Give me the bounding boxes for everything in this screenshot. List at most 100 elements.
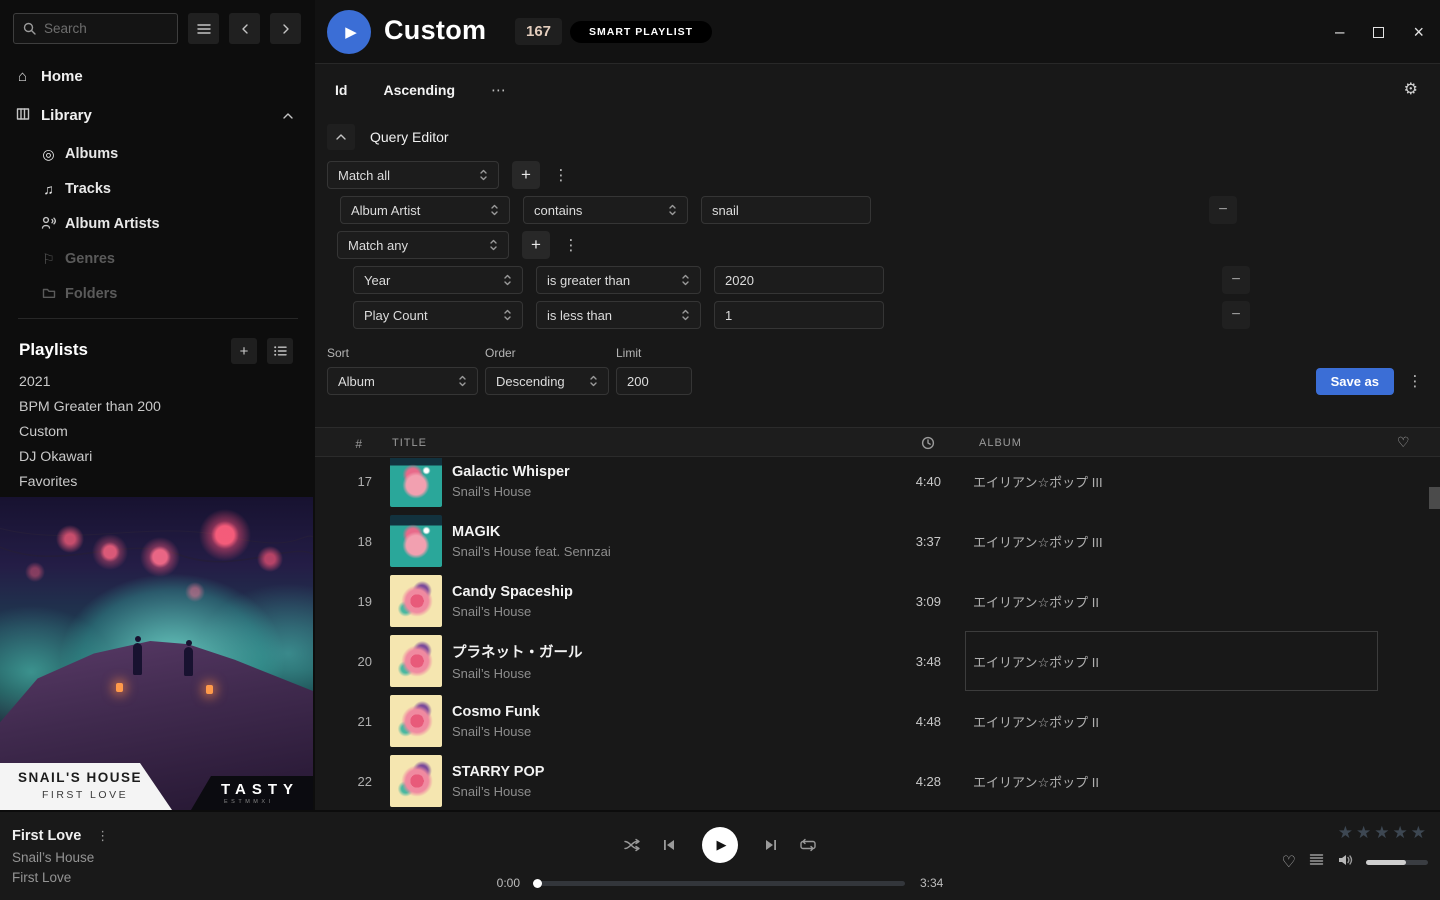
add-playlist-button[interactable]: + bbox=[231, 338, 257, 364]
playlist-item-favorites[interactable]: Favorites bbox=[19, 469, 77, 494]
table-row[interactable]: 20 プラネット・ガール Snail’s House 3:48 エイリアン☆ポッ… bbox=[315, 631, 1440, 691]
track-album[interactable]: エイリアン☆ポップ III bbox=[973, 532, 1103, 551]
gear-icon[interactable]: ⚙ bbox=[1404, 79, 1418, 99]
track-album-art bbox=[390, 515, 442, 567]
volume-button[interactable] bbox=[1337, 853, 1353, 872]
window-maximize-button[interactable] bbox=[1373, 27, 1384, 38]
art-artist-name: SNAIL'S HOUSE bbox=[18, 770, 142, 785]
library-collapse-chevron[interactable] bbox=[282, 107, 294, 125]
nav-forward-button[interactable] bbox=[270, 13, 301, 44]
order-select[interactable]: Descending bbox=[485, 367, 609, 395]
track-album[interactable]: エイリアン☆ポップ II bbox=[973, 592, 1099, 611]
save-as-button[interactable]: Save as bbox=[1316, 368, 1394, 395]
now-playing-album-art[interactable]: SNAIL'S HOUSE FIRST LOVE TASTY ESTMMXI bbox=[0, 497, 313, 810]
rule-value-input[interactable] bbox=[714, 301, 884, 329]
search-input[interactable] bbox=[44, 21, 164, 36]
limit-input[interactable] bbox=[616, 367, 692, 395]
tracklist-header: # TITLE ALBUM ♡ bbox=[315, 427, 1440, 457]
track-artist: Snail’s House bbox=[452, 604, 875, 619]
window-close-button[interactable]: × bbox=[1413, 22, 1424, 43]
queue-button[interactable] bbox=[1309, 853, 1324, 871]
table-row[interactable]: 22 STARRY POP Snail’s House 4:28 エイリアン☆ポ… bbox=[315, 751, 1440, 810]
sort-field-button[interactable]: Id bbox=[335, 82, 347, 98]
match-type-select[interactable]: Match all bbox=[327, 161, 499, 189]
tracks-icon: ♫ bbox=[41, 181, 56, 197]
star-icon[interactable]: ★ bbox=[1393, 823, 1408, 843]
duration-clock-icon[interactable] bbox=[921, 436, 935, 453]
query-editor-collapse-button[interactable] bbox=[327, 124, 355, 150]
select-caret-icon bbox=[458, 374, 467, 388]
track-album[interactable]: エイリアン☆ポップ III bbox=[973, 472, 1103, 491]
save-options-button[interactable]: ⋮ bbox=[1407, 367, 1423, 395]
art-album-name: FIRST LOVE bbox=[42, 789, 128, 801]
rule-operator-select[interactable]: contains bbox=[523, 196, 688, 224]
track-duration: 4:48 bbox=[875, 714, 941, 729]
add-rule-button[interactable]: + bbox=[512, 161, 540, 189]
seek-slider[interactable] bbox=[535, 881, 905, 886]
star-icon[interactable]: ★ bbox=[1338, 823, 1353, 843]
favorite-column-icon[interactable]: ♡ bbox=[1397, 434, 1411, 451]
menu-button[interactable] bbox=[188, 13, 219, 44]
table-row[interactable]: 18 MAGIK Snail’s House feat. Sennzai 3:3… bbox=[315, 511, 1440, 571]
volume-slider[interactable] bbox=[1366, 860, 1428, 865]
window-minimize-button[interactable]: – bbox=[1335, 22, 1344, 42]
sidebar-item-album-artists[interactable]: Album Artists bbox=[41, 212, 160, 236]
playlist-item-dj-okawari[interactable]: DJ Okawari bbox=[19, 444, 92, 469]
sort-label: Sort bbox=[327, 346, 478, 360]
rule-field-select[interactable]: Album Artist bbox=[340, 196, 510, 224]
group-options-button[interactable]: ⋮ bbox=[553, 161, 569, 189]
table-row[interactable]: 17 Galactic Whisper Snail’s House 4:40 エ… bbox=[315, 458, 1440, 511]
star-icon[interactable]: ★ bbox=[1356, 823, 1371, 843]
sidebar-item-tracks[interactable]: ♫ Tracks bbox=[41, 177, 111, 201]
previous-track-button[interactable] bbox=[659, 835, 679, 855]
remove-rule-button[interactable]: − bbox=[1222, 301, 1250, 329]
column-album[interactable]: ALBUM bbox=[979, 437, 1022, 449]
sort-select[interactable]: Album bbox=[327, 367, 478, 395]
track-album[interactable]: エイリアン☆ポップ II bbox=[973, 652, 1099, 671]
repeat-button[interactable] bbox=[798, 835, 818, 855]
shuffle-button[interactable] bbox=[622, 835, 642, 855]
column-title[interactable]: TITLE bbox=[392, 437, 427, 449]
remove-rule-button[interactable]: − bbox=[1209, 196, 1237, 224]
seek-slider-knob[interactable] bbox=[533, 879, 542, 888]
playlist-list-view-button[interactable] bbox=[267, 338, 293, 364]
star-icon[interactable]: ★ bbox=[1411, 823, 1426, 843]
group-options-button[interactable]: ⋮ bbox=[563, 231, 579, 259]
track-album[interactable]: エイリアン☆ポップ II bbox=[973, 712, 1099, 731]
rule-value-input[interactable] bbox=[701, 196, 871, 224]
chevron-left-icon bbox=[240, 23, 250, 35]
rule-field-select[interactable]: Year bbox=[353, 266, 523, 294]
nav-back-button[interactable] bbox=[229, 13, 260, 44]
playlist-item-custom[interactable]: Custom bbox=[19, 419, 68, 444]
rule-operator-select[interactable]: is less than bbox=[536, 301, 701, 329]
time-total: 3:34 bbox=[920, 876, 954, 890]
add-rule-button[interactable]: + bbox=[522, 231, 550, 259]
search-box[interactable] bbox=[13, 13, 178, 44]
more-options-button[interactable]: ⋯ bbox=[491, 81, 507, 99]
sidebar-item-albums[interactable]: ◎ Albums bbox=[41, 142, 118, 166]
table-row[interactable]: 19 Candy Spaceship Snail’s House 3:09 エイ… bbox=[315, 571, 1440, 631]
column-number[interactable]: # bbox=[315, 437, 363, 451]
rule-value-input[interactable] bbox=[714, 266, 884, 294]
sidebar-item-library[interactable]: Library bbox=[0, 103, 315, 128]
rating-stars[interactable]: ★ ★ ★ ★ ★ bbox=[1338, 823, 1426, 843]
favorite-button[interactable]: ♡ bbox=[1282, 852, 1296, 872]
remove-rule-button[interactable]: − bbox=[1222, 266, 1250, 294]
sidebar-item-home[interactable]: ⌂ Home bbox=[0, 64, 315, 89]
sidebar-item-genres[interactable]: ⚐ Genres bbox=[41, 247, 115, 271]
rule-field-select[interactable]: Play Count bbox=[353, 301, 523, 329]
match-type-select[interactable]: Match any bbox=[337, 231, 509, 259]
track-album[interactable]: エイリアン☆ポップ II bbox=[973, 772, 1099, 791]
sidebar-divider bbox=[18, 318, 298, 319]
next-track-button[interactable] bbox=[761, 835, 781, 855]
table-row[interactable]: 21 Cosmo Funk Snail’s House 4:48 エイリアン☆ポ… bbox=[315, 691, 1440, 751]
scrollbar-thumb[interactable] bbox=[1429, 487, 1440, 509]
playlist-item-2021[interactable]: 2021 bbox=[19, 369, 51, 394]
play-button[interactable]: ▶ bbox=[702, 827, 738, 863]
star-icon[interactable]: ★ bbox=[1374, 823, 1389, 843]
play-playlist-button[interactable]: ▶ bbox=[327, 10, 371, 54]
sort-direction-button[interactable]: Ascending bbox=[383, 82, 455, 98]
sidebar-item-folders[interactable]: Folders bbox=[41, 282, 117, 306]
rule-operator-select[interactable]: is greater than bbox=[536, 266, 701, 294]
playlist-item-bpm[interactable]: BPM Greater than 200 bbox=[19, 394, 161, 419]
